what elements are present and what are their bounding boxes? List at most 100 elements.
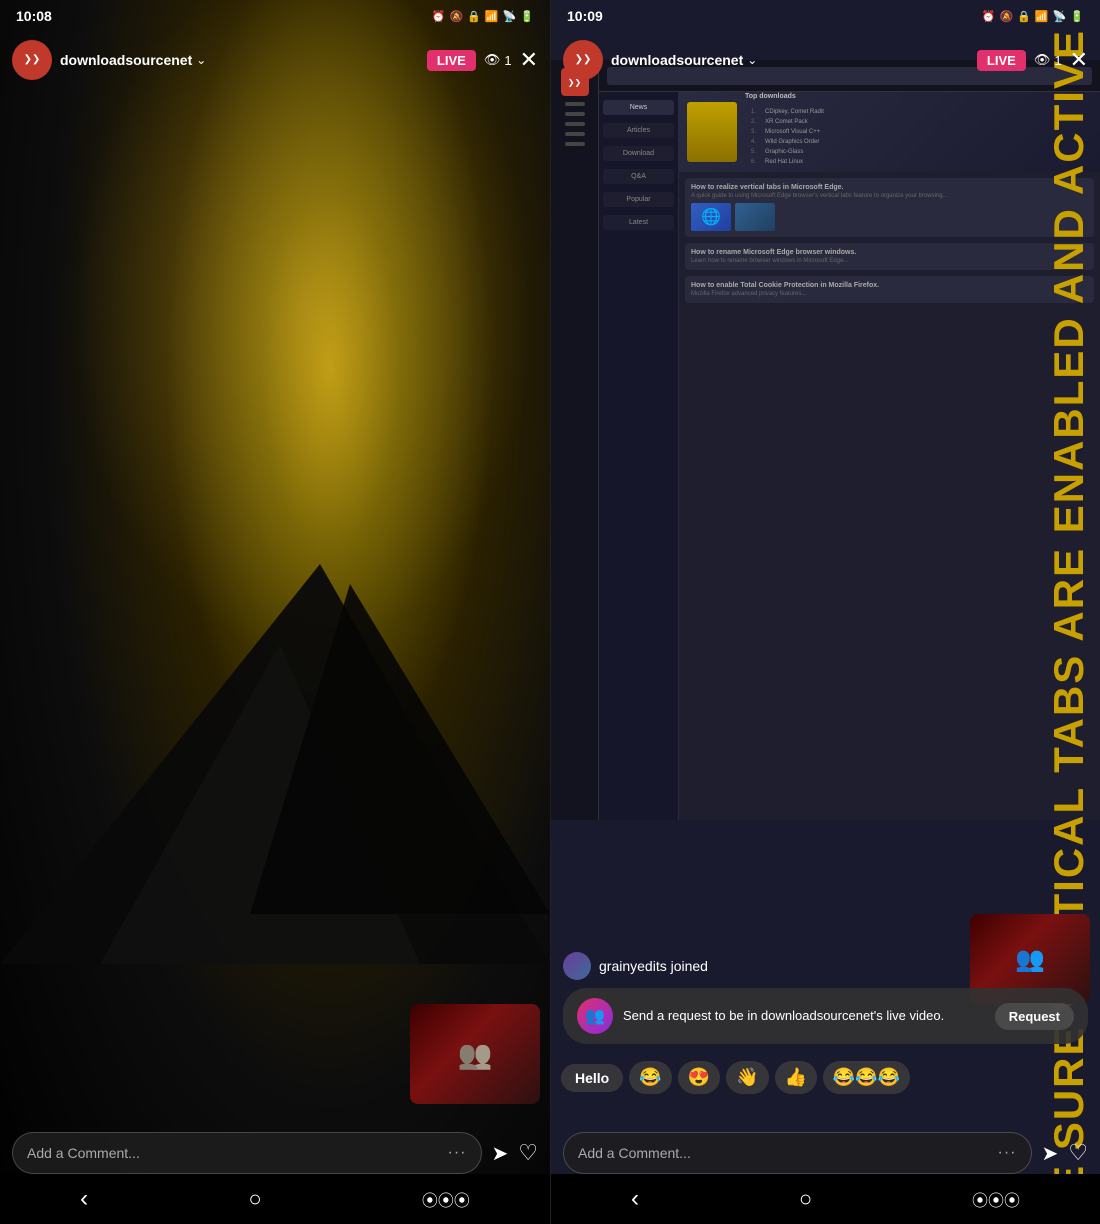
left-header: ❯❯ downloadsourcenet ⌄ LIVE 👁 1 ✕ <box>0 32 550 88</box>
left-nav-bar: ‹ ○ ⦿⦿⦿ <box>0 1174 550 1224</box>
left-username: downloadsourcenet <box>60 52 192 68</box>
list-num-2: 2. <box>751 119 761 125</box>
website-screenshot: ❯❯ News Articles Download Q&A Popular La… <box>551 60 1100 820</box>
wave-chip[interactable]: 👋 <box>726 1061 768 1094</box>
laugh-chip[interactable]: 😂 <box>629 1061 671 1094</box>
sidebar-divider-1 <box>565 102 585 106</box>
bottom-card-left: 👥 <box>410 1004 540 1104</box>
battery-icon: 🔋 <box>520 10 534 23</box>
list-item-1: 1. CDipkey, Comet Radit <box>751 107 1086 117</box>
right-comment-placeholder: Add a Comment... <box>578 1145 990 1161</box>
nav-articles: Articles <box>603 123 674 138</box>
right-live-badge: LIVE <box>977 50 1026 71</box>
bottom-card-image: 👥 <box>410 1004 540 1104</box>
list-label-5: Graphic-Glass <box>765 149 1086 155</box>
chat-area: grainyedits joined 👥 Send a request to b… <box>551 952 1100 1044</box>
list-item-3: 3. Microsoft Visual C++ <box>751 127 1086 137</box>
right-close-button[interactable]: ✕ <box>1070 47 1088 73</box>
live-request-banner: 👥 Send a request to be in downloadsource… <box>563 988 1088 1044</box>
list-label-3: Microsoft Visual C++ <box>765 129 1086 135</box>
right-panel: ❯❯ News Articles Download Q&A Popular La… <box>550 0 1100 1224</box>
laugh3-chip[interactable]: 😂😂😂 <box>823 1061 910 1094</box>
lock-icon: 🔒 <box>467 10 481 23</box>
left-close-button[interactable]: ✕ <box>520 47 538 73</box>
website-banner-title: Top downloads <box>745 93 1092 100</box>
list-num-5: 5. <box>751 149 761 155</box>
left-home-button[interactable]: ○ <box>248 1186 261 1212</box>
right-send-icon[interactable]: ➤ <box>1042 1141 1059 1166</box>
right-username: downloadsourcenet <box>611 52 743 68</box>
signal-icon: 📡 <box>503 10 517 23</box>
wifi-icon: 📶 <box>485 10 499 23</box>
mute-icon: 🔕 <box>449 10 463 23</box>
right-wifi-icon: 📶 <box>1035 10 1049 23</box>
request-button[interactable]: Request <box>995 1003 1074 1030</box>
left-send-icon[interactable]: ➤ <box>492 1141 509 1166</box>
right-avatar[interactable]: ❯❯ <box>563 40 603 80</box>
nav-popular: Popular <box>603 192 674 207</box>
left-panel: 👥 10:08 ⏰ 🔕 🔒 📶 📡 🔋 ❯❯ downloadsourcenet… <box>0 0 550 1224</box>
website-left-nav: News Articles Download Q&A Popular Lates… <box>599 92 679 820</box>
list-item-4: 4. Wild Graphics Order <box>751 137 1086 147</box>
right-battery-icon: 🔋 <box>1070 10 1084 23</box>
thumbs-chip[interactable]: 👍 <box>775 1061 817 1094</box>
nav-download: Download <box>603 146 674 161</box>
website-center-content: Top downloads 1. CDipkey, Comet Radit 2.… <box>679 92 1100 820</box>
right-bottom-bar: Add a Comment... ··· ➤ ♡ <box>551 1132 1100 1174</box>
website-download-list: 1. CDipkey, Comet Radit 2. XR Comet Pack… <box>745 103 1092 171</box>
list-label-2: XR Comet Pack <box>765 119 1086 125</box>
list-label-6: Red Hat Linux <box>765 159 1086 165</box>
left-heart-icon[interactable]: ♡ <box>518 1140 538 1166</box>
right-dropdown-chevron-icon[interactable]: ⌄ <box>747 53 757 67</box>
right-brand-logo: ❯❯ <box>575 55 592 65</box>
request-text: Send a request to be in downloadsourcene… <box>623 1008 985 1025</box>
right-eye-icon: 👁 <box>1034 52 1051 68</box>
left-menu-button[interactable]: ⦿⦿⦿ <box>422 1187 470 1211</box>
mountain-silhouette <box>0 564 550 964</box>
sidebar-divider-2 <box>565 112 585 116</box>
right-count: 1 <box>1054 53 1061 68</box>
list-num-1: 1. <box>751 109 761 115</box>
right-home-button[interactable]: ○ <box>799 1186 812 1212</box>
sidebar-divider-3 <box>565 122 585 126</box>
left-status-icons: ⏰ 🔕 🔒 📶 📡 🔋 <box>432 10 534 23</box>
joined-notification: grainyedits joined <box>563 952 1088 980</box>
right-comment-dots: ··· <box>998 1144 1017 1162</box>
left-avatar[interactable]: ❯❯ <box>12 40 52 80</box>
website-banner: Top downloads 1. CDipkey, Comet Radit 2.… <box>679 92 1100 172</box>
joined-text: grainyedits joined <box>599 958 708 974</box>
left-back-button[interactable]: ‹ <box>80 1185 88 1213</box>
nav-latest: Latest <box>603 215 674 230</box>
list-item-5: 5. Graphic-Glass <box>751 147 1086 157</box>
left-viewer-count: 👁 1 <box>484 52 512 68</box>
website-content: News Articles Download Q&A Popular Lates… <box>599 92 1100 820</box>
sidebar-divider-5 <box>565 142 585 146</box>
left-time: 10:08 <box>16 8 52 24</box>
right-comment-input[interactable]: Add a Comment... ··· <box>563 1132 1032 1174</box>
right-status-icons: ⏰ 🔕 🔒 📶 📡 🔋 <box>982 10 1084 23</box>
right-alarm-icon: ⏰ <box>982 10 996 23</box>
sidebar-divider-4 <box>565 132 585 136</box>
right-signal-icon: 📡 <box>1053 10 1067 23</box>
list-num-3: 3. <box>751 129 761 135</box>
right-viewer-count: 👁 1 <box>1034 52 1062 68</box>
right-back-button[interactable]: ‹ <box>631 1185 639 1213</box>
right-nav-bar: ‹ ○ ⦿⦿⦿ <box>551 1174 1100 1224</box>
dropdown-chevron-icon[interactable]: ⌄ <box>196 53 206 67</box>
alarm-icon: ⏰ <box>432 10 446 23</box>
left-bottom-bar: Add a Comment... ··· ➤ ♡ <box>0 1132 550 1174</box>
list-num-4: 4. <box>751 139 761 145</box>
hello-chip[interactable]: Hello <box>561 1064 623 1092</box>
emoji-quick-reply-row: Hello 😂 😍 👋 👍 😂😂😂 <box>551 1061 1100 1094</box>
website-sidebar: ❯❯ <box>551 60 599 820</box>
left-comment-input[interactable]: Add a Comment... ··· <box>12 1132 482 1174</box>
right-username-row: downloadsourcenet ⌄ <box>611 52 969 68</box>
nav-qa: Q&A <box>603 169 674 184</box>
right-lock-icon: 🔒 <box>1017 10 1031 23</box>
left-live-badge: LIVE <box>427 50 476 71</box>
website-banner-text: Top downloads 1. CDipkey, Comet Radit 2.… <box>745 93 1092 171</box>
right-menu-button[interactable]: ⦿⦿⦿ <box>972 1187 1020 1211</box>
heart-eyes-chip[interactable]: 😍 <box>678 1061 720 1094</box>
right-heart-icon[interactable]: ♡ <box>1068 1140 1088 1166</box>
website-main: News Articles Download Q&A Popular Lates… <box>599 60 1100 820</box>
